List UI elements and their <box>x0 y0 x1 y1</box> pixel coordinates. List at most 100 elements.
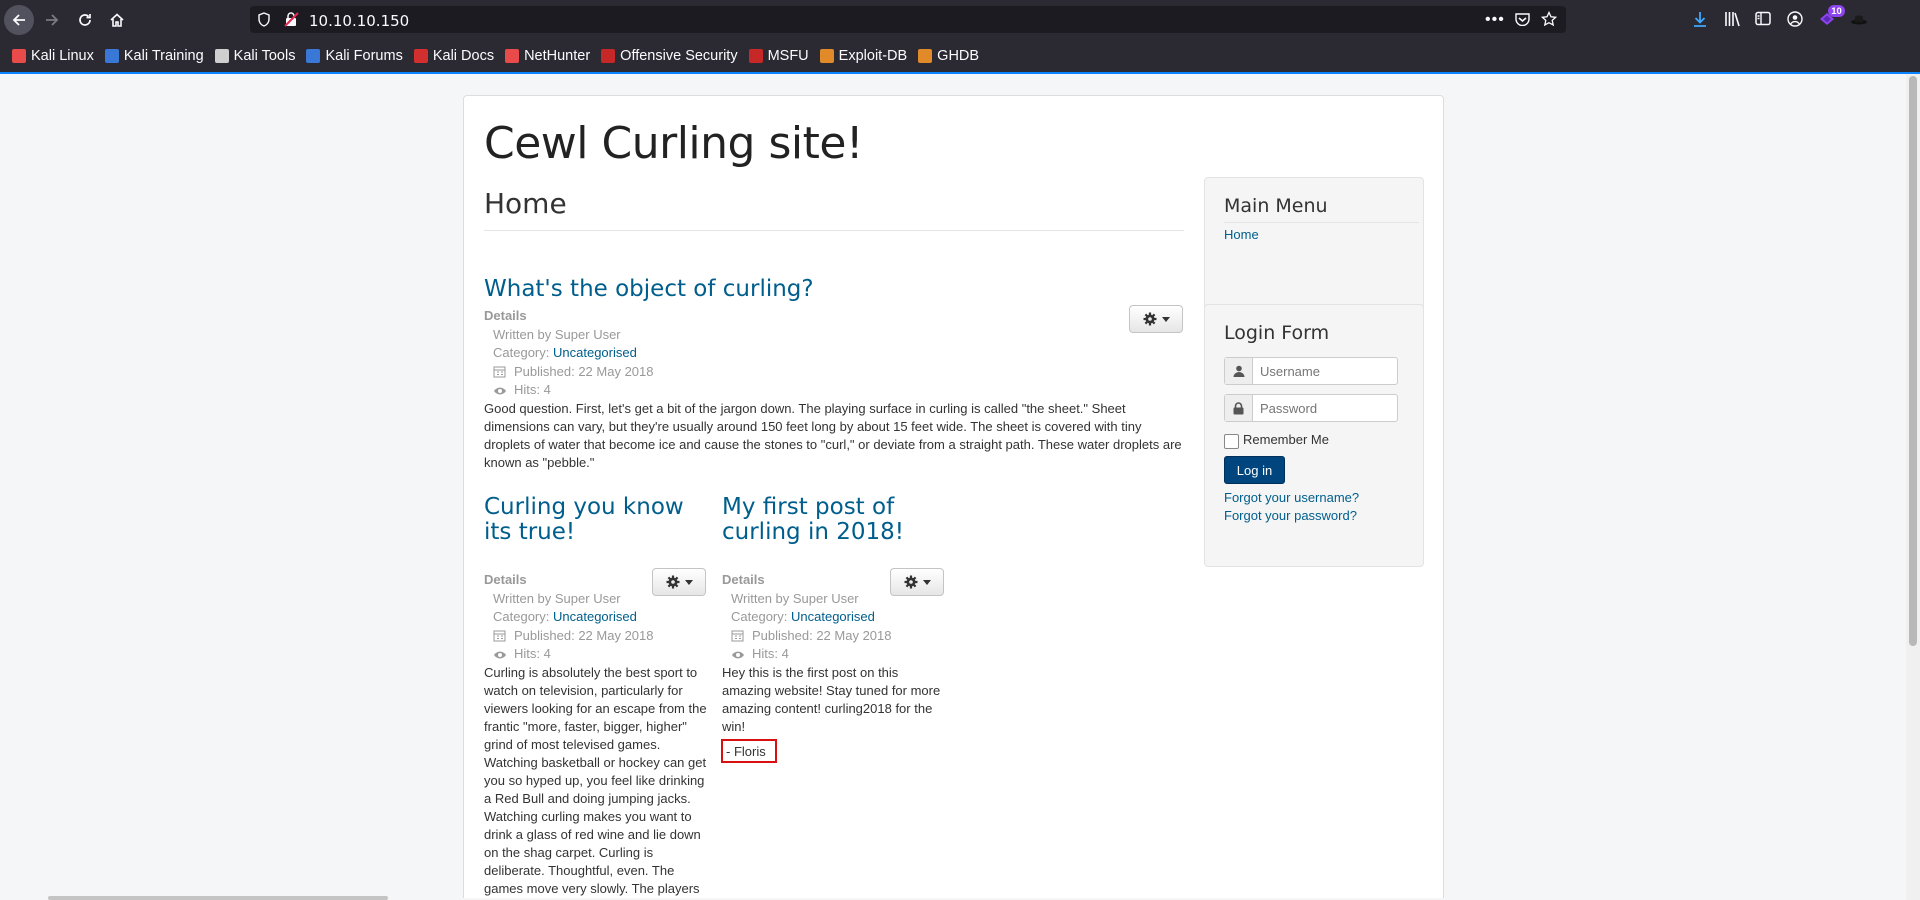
bookmark-offensive-security[interactable]: Offensive Security <box>601 47 738 64</box>
bookmark-kali-docs[interactable]: Kali Docs <box>413 47 495 64</box>
arrow-left-icon <box>12 14 25 26</box>
article-tools-button[interactable] <box>652 568 706 596</box>
bookmark-msfu[interactable]: MSFU <box>748 47 809 64</box>
calendar-icon <box>731 630 744 642</box>
download-icon[interactable] <box>1692 11 1708 27</box>
url-bar[interactable]: 10.10.10.150 ••• <box>250 6 1566 33</box>
category-link[interactable]: Uncategorised <box>791 608 875 627</box>
bookmark-star-icon[interactable] <box>1541 11 1557 27</box>
bookmark-label: Kali Tools <box>233 47 296 64</box>
bookmark-label: NetHunter <box>524 47 591 64</box>
forgot-password-link[interactable]: Forgot your password? <box>1224 508 1357 523</box>
article-title-curling-you-know[interactable]: Curling you know its true! <box>484 495 714 545</box>
shield-icon[interactable] <box>257 12 271 27</box>
bookmark-kali-forums[interactable]: Kali Forums <box>306 47 403 64</box>
article-tools-button[interactable] <box>890 568 944 596</box>
password-field[interactable] <box>1224 394 1398 422</box>
login-form-module: Login Form Remember Me Log in Forgot you… <box>1204 304 1424 567</box>
forgot-username-link[interactable]: Forgot your username? <box>1224 490 1359 505</box>
bookmark-kali-training[interactable]: Kali Training <box>104 48 204 64</box>
article-category: Category: Uncategorised <box>722 608 891 627</box>
article-tools-button[interactable] <box>1129 305 1183 333</box>
bookmark-favicon-icon <box>413 48 428 63</box>
bookmark-kali-tools[interactable]: Kali Tools <box>214 47 296 64</box>
article-category: Category: Uncategorised <box>484 344 653 363</box>
bookmark-label: Kali Docs <box>432 47 495 64</box>
gear-icon <box>666 575 679 589</box>
hat-extension-icon[interactable] <box>1850 12 1868 26</box>
article-title-first-post[interactable]: My first post of curling in 2018! <box>722 495 922 545</box>
bookmark-favicon-icon <box>12 48 26 63</box>
eye-icon <box>494 651 506 659</box>
bookmark-label: Exploit-DB <box>838 47 908 64</box>
heading-divider <box>484 230 1184 231</box>
article-category: Category: Uncategorised <box>484 608 653 627</box>
sidebar-icon[interactable] <box>1755 11 1771 26</box>
vertical-scrollbar[interactable] <box>1906 74 1920 900</box>
insecure-lock-icon[interactable] <box>284 12 299 27</box>
caret-down-icon <box>684 579 693 585</box>
eye-icon <box>732 651 744 659</box>
more-actions-icon[interactable]: ••• <box>1485 11 1505 29</box>
bookmark-favicon-icon <box>918 48 933 63</box>
url-text: 10.10.10.150 <box>309 12 410 30</box>
bookmark-kali-linux[interactable]: Kali Linux <box>12 48 94 64</box>
caret-down-icon <box>1161 316 1170 322</box>
forward-button[interactable] <box>38 6 66 34</box>
gear-icon <box>904 575 917 589</box>
bookmark-label: MSFU <box>767 47 809 64</box>
bookmark-label: Kali Forums <box>325 47 403 64</box>
username-input[interactable] <box>1253 358 1397 384</box>
password-input[interactable] <box>1253 395 1397 421</box>
library-icon[interactable] <box>1724 11 1741 27</box>
article-title-object-of-curling[interactable]: What's the object of curling? <box>484 277 814 302</box>
remember-me[interactable]: Remember Me <box>1224 430 1329 449</box>
login-form-title: Login Form <box>1224 322 1330 344</box>
bookmark-ghdb[interactable]: GHDB <box>918 48 979 64</box>
account-icon[interactable] <box>1787 11 1803 27</box>
caret-down-icon <box>922 579 931 585</box>
article-published: Published: 22 May 2018 <box>484 627 653 646</box>
login-button[interactable]: Log in <box>1224 456 1285 484</box>
article-body: Good question. First, let's get a bit of… <box>484 401 1182 470</box>
category-link[interactable]: Uncategorised <box>553 344 637 363</box>
username-field[interactable] <box>1224 357 1398 385</box>
article-info: Details Written by Super User Category: … <box>722 571 891 664</box>
bookmark-label: GHDB <box>937 47 980 64</box>
reload-button[interactable] <box>71 6 99 34</box>
bookmarks-toolbar: Kali Linux Kali Training Kali Tools Kali Fo… <box>0 39 1920 74</box>
bookmark-favicon-icon <box>306 48 321 63</box>
module-divider <box>1224 222 1419 223</box>
horizontal-scroll-indicator <box>48 896 388 900</box>
main-menu-title: Main Menu <box>1224 195 1328 217</box>
category-link[interactable]: Uncategorised <box>553 608 637 627</box>
gear-icon <box>1143 312 1156 326</box>
bookmark-exploit-db[interactable]: Exploit-DB <box>819 47 908 64</box>
arrow-right-icon <box>46 14 59 26</box>
article-body: Curling is absolutely the best sport to … <box>484 665 707 896</box>
back-button[interactable] <box>4 5 34 35</box>
article-hits: Hits: 4 <box>484 381 653 400</box>
pocket-icon[interactable] <box>1515 12 1530 26</box>
bookmark-favicon-icon <box>505 48 520 63</box>
bookmark-favicon-icon <box>748 48 763 63</box>
menu-item-home[interactable]: Home <box>1224 227 1259 242</box>
article-body: Hey this is the first post on this amazi… <box>722 665 941 734</box>
article-published: Published: 22 May 2018 <box>484 363 653 382</box>
scrollbar-thumb[interactable] <box>1909 76 1917 646</box>
eye-icon <box>494 387 506 395</box>
home-button[interactable] <box>103 6 131 34</box>
article-published: Published: 22 May 2018 <box>722 627 891 646</box>
remember-me-checkbox[interactable] <box>1224 434 1239 449</box>
details-label: Details <box>722 572 765 587</box>
site-title[interactable]: Cewl Curling site! <box>484 118 864 169</box>
article-info: Details Written by Super User Category: … <box>484 571 653 664</box>
article-author: Written by Super User <box>731 590 859 606</box>
page-viewport: Cewl Curling site! Home What's the objec… <box>0 74 1906 898</box>
bookmark-label: Offensive Security <box>620 47 738 64</box>
article-author: Written by Super User <box>493 326 621 342</box>
bookmark-favicon-icon <box>819 48 834 63</box>
article-author: Written by Super User <box>493 590 621 606</box>
bookmark-nethunter[interactable]: NetHunter <box>505 48 590 64</box>
bookmark-favicon-icon <box>104 48 119 63</box>
